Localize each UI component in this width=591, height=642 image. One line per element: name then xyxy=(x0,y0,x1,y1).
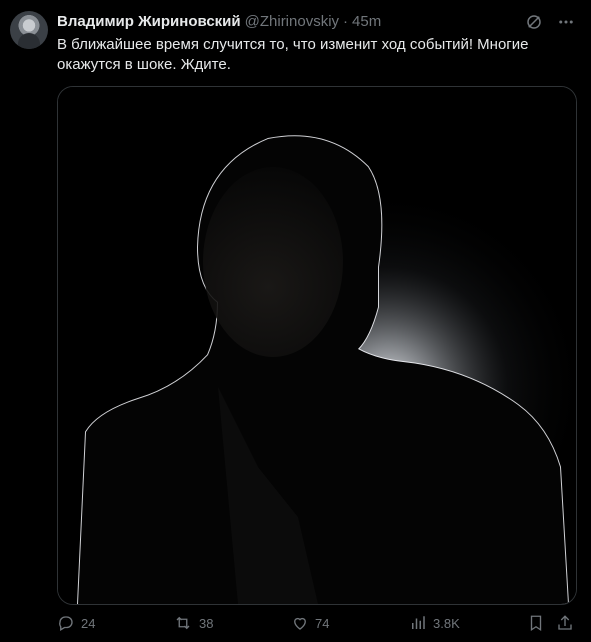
reply-icon xyxy=(59,616,73,631)
more-icon[interactable] xyxy=(555,11,577,33)
repost-count: 38 xyxy=(199,615,214,631)
timestamp[interactable]: 45m xyxy=(352,13,381,30)
reply-count: 24 xyxy=(81,615,96,631)
avatar[interactable] xyxy=(10,11,48,49)
bookmark-icon xyxy=(530,615,542,632)
repost-button[interactable]: 38 xyxy=(173,614,213,632)
author-name[interactable]: Владимир Жириновский xyxy=(57,13,241,30)
silhouette-image xyxy=(58,87,576,604)
like-icon xyxy=(294,617,306,630)
tweet-header: Владимир Жириновский @Zhirinovskiy · 45m xyxy=(57,11,381,31)
views-icon xyxy=(412,616,425,629)
share-button[interactable] xyxy=(556,614,574,632)
action-bar: 24 38 74 3.8K xyxy=(57,614,575,638)
like-count: 74 xyxy=(315,615,330,631)
separator: · xyxy=(343,12,349,30)
like-button[interactable]: 74 xyxy=(291,614,329,632)
top-right-actions xyxy=(523,11,577,33)
bookmark-button[interactable] xyxy=(527,614,545,632)
grok-icon[interactable] xyxy=(523,11,545,33)
reply-button[interactable]: 24 xyxy=(57,614,95,632)
view-count: 3.8K xyxy=(433,615,460,631)
tweet-text: В ближайшее время случится то, что измен… xyxy=(57,36,529,73)
repost-icon xyxy=(176,616,190,630)
tweet-image[interactable] xyxy=(57,86,577,605)
share-icon xyxy=(558,615,572,630)
views-button[interactable]: 3.8K xyxy=(409,614,460,632)
author-handle[interactable]: @Zhirinovskiy xyxy=(245,13,339,30)
